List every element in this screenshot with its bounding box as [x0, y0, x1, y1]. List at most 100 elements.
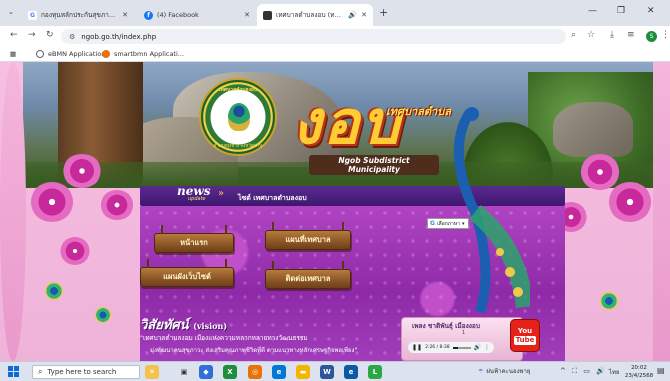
menu-contact-button[interactable]: ติดต่อเทศบาล: [265, 261, 351, 289]
windows-start-icon[interactable]: [8, 366, 19, 377]
excel-icon[interactable]: X: [223, 365, 237, 379]
zoom-icon[interactable]: ⌕: [571, 30, 576, 40]
bookmark-label: smartbmn Applicati...: [114, 50, 184, 58]
peacock-illustration: [453, 107, 530, 314]
chrome-icon[interactable]: ◎: [248, 365, 262, 379]
vision-text: "เทศบาลตำบลงอบ เมืองแห่งความหลากหลายทางว…: [140, 334, 308, 342]
bookmark-label: eBMN Application: [48, 50, 106, 58]
close-window-icon[interactable]: ✕: [647, 6, 655, 16]
news-badge-sub: update: [188, 196, 206, 202]
volume-icon[interactable]: 🔊: [474, 344, 481, 351]
tab-title: กองทุนหลักประกันสุขภาพตำบลงอบ สำ...: [41, 11, 118, 19]
more-options-icon[interactable]: ⋮: [484, 344, 490, 351]
site-logo-title: งอบ: [292, 88, 402, 158]
edge-icon[interactable]: e: [272, 365, 286, 379]
close-tab-icon[interactable]: ✕: [122, 11, 128, 19]
orchid-image: [62, 154, 102, 188]
minimize-icon[interactable]: —: [588, 6, 597, 16]
vision-text: มุ่งพัฒนาคนสุขภาวะ ส่งเสริมคุณภาพชีวิตที…: [150, 347, 358, 354]
site-info-icon[interactable]: ⚙: [69, 33, 75, 41]
menu-home-button[interactable]: หน้าแรก: [154, 225, 234, 253]
audio-progress[interactable]: [452, 346, 471, 349]
menu-kebab-icon[interactable]: ⋮: [661, 30, 670, 40]
copilot-icon[interactable]: ◆: [199, 365, 213, 379]
clock-time: 20:02: [631, 365, 647, 371]
orchid-image: [30, 182, 74, 222]
menu-sitemap-button[interactable]: แผนผังเว็บไซต์: [140, 259, 234, 287]
line-app-icon[interactable]: L: [368, 365, 382, 379]
google-icon: G: [28, 10, 37, 20]
new-tab-button[interactable]: +: [379, 7, 388, 18]
rock-image: [553, 102, 633, 157]
notifications-icon[interactable]: ▤: [657, 366, 665, 375]
audio-controls: ❚❚ 2:26 / 8:38 🔊 ⋮: [408, 342, 494, 353]
song-title: เพลง ชาติพันธุ์ เมืองงอบ: [412, 322, 480, 330]
tab-ngob-municipality[interactable]: เทศบาลตำบลงอบ (ทต.งอบ) อำ... 🔊 ✕: [257, 4, 373, 26]
bookmark-smartbmn[interactable]: smartbmn Applicati...: [102, 50, 184, 58]
tab-title: (4) Facebook: [157, 11, 199, 19]
close-tab-icon[interactable]: ✕: [361, 11, 367, 19]
peacock-emblem: [228, 103, 250, 131]
news-arrow-icon: »: [218, 188, 225, 199]
song-subtitle: 1: [462, 330, 466, 336]
task-view-icon[interactable]: ▣: [177, 365, 191, 379]
browser-tab-strip: ⌄ G กองทุนหลักประกันสุขภาพตำบลงอบ สำ... …: [0, 0, 670, 26]
weather-text: ฝนฟ้าคะนองพายุ: [486, 368, 531, 375]
smartbmn-icon: [102, 50, 110, 58]
tab-search-icon[interactable]: ⌄: [8, 8, 14, 16]
back-icon[interactable]: ←: [10, 30, 18, 40]
web-page: เทศบาลตำบลงอบ อำเภอทุ่งช้าง จังหวัดน่าน …: [0, 62, 670, 361]
orchid-image: [60, 237, 90, 265]
search-placeholder: Type here to search: [47, 368, 117, 376]
youtube-logo[interactable]: You Tube: [510, 319, 540, 352]
seal-text: อำเภอทุ่งช้าง จังหวัดน่าน: [213, 144, 263, 149]
word-icon[interactable]: W: [320, 365, 334, 379]
vision-title-en: (vision): [193, 321, 228, 331]
audio-icon[interactable]: 🔊: [348, 11, 357, 19]
side-panel-left: [0, 62, 26, 361]
tab-facebook[interactable]: f (4) Facebook ✕: [138, 4, 256, 26]
youtube-you: You: [517, 326, 533, 335]
navigation-bar: ← → ↻ ⚙ ngob.go.th/index.php ⌕ ☆ ⤓ ≡ S ⋮: [0, 26, 670, 47]
bookmarks-bar: ▦ eBMN Application smartbmn Applicati...: [0, 47, 670, 62]
peacock-feather-eye: [45, 282, 63, 300]
clock-date: 23/4/2568: [624, 373, 654, 379]
tab-health-fund[interactable]: G กองทุนหลักประกันสุขภาพตำบลงอบ สำ... ✕: [22, 4, 134, 26]
facebook-icon: f: [144, 10, 153, 20]
maximize-icon[interactable]: ❐: [617, 6, 625, 16]
menu-map-button[interactable]: แผนที่เทศบาล: [265, 222, 351, 250]
windows-taskbar: ⌕ Type here to search ☀ ▣ ◆ X ◎ e ▬ W e …: [0, 361, 670, 381]
orchid-image: [608, 182, 652, 222]
edge-browser-icon[interactable]: e: [344, 365, 358, 379]
seal-text: เทศบาลตำบลงอบ: [218, 87, 258, 93]
weather-status[interactable]: ☂ ฝนฟ้าคะนองพายุ: [478, 366, 530, 376]
download-icon[interactable]: ⤓: [610, 30, 614, 40]
pause-icon[interactable]: ❚❚: [412, 344, 422, 351]
music-player: เพลง ชาติพันธุ์ เมืองงอบ 1 ❚❚ 2:26 / 8:3…: [401, 317, 523, 361]
apps-grid-icon[interactable]: ▦: [10, 50, 16, 58]
system-tray-icons[interactable]: ^ ⛶ ▭ 🔊: [560, 367, 607, 376]
close-tab-icon[interactable]: ✕: [244, 11, 250, 19]
tab-list-icon[interactable]: ≡: [627, 30, 635, 40]
bookmark-ebmn[interactable]: eBMN Application: [36, 50, 105, 58]
orchid-image: [100, 190, 134, 220]
taskbar-search[interactable]: ⌕ Type here to search: [32, 365, 140, 379]
reload-icon[interactable]: ↻: [46, 30, 54, 40]
youtube-tube: Tube: [513, 335, 537, 345]
audio-progress-fill: [452, 346, 458, 349]
weather-widget-icon[interactable]: ☀: [145, 365, 159, 379]
input-language[interactable]: ไทย: [609, 367, 620, 377]
address-bar[interactable]: ⚙ ngob.go.th/index.php: [61, 29, 566, 44]
side-panel-right: [653, 62, 670, 361]
rain-icon: ☂: [478, 367, 484, 375]
news-ticker-text[interactable]: ไซต์ เทศบาลตำบลงอบ: [238, 193, 307, 204]
globe-icon: [36, 50, 44, 58]
forward-icon[interactable]: →: [28, 30, 36, 40]
municipality-seal: เทศบาลตำบลงอบ อำเภอทุ่งช้าง จังหวัดน่าน: [199, 78, 277, 156]
audio-time: 2:26 / 8:38: [425, 345, 450, 350]
file-explorer-icon[interactable]: ▬: [296, 365, 310, 379]
profile-avatar[interactable]: S: [646, 31, 657, 42]
peacock-feather-eye: [95, 307, 111, 323]
bookmark-star-icon[interactable]: ☆: [587, 30, 595, 40]
taskbar-clock[interactable]: 20:02 23/4/2568: [624, 364, 654, 380]
